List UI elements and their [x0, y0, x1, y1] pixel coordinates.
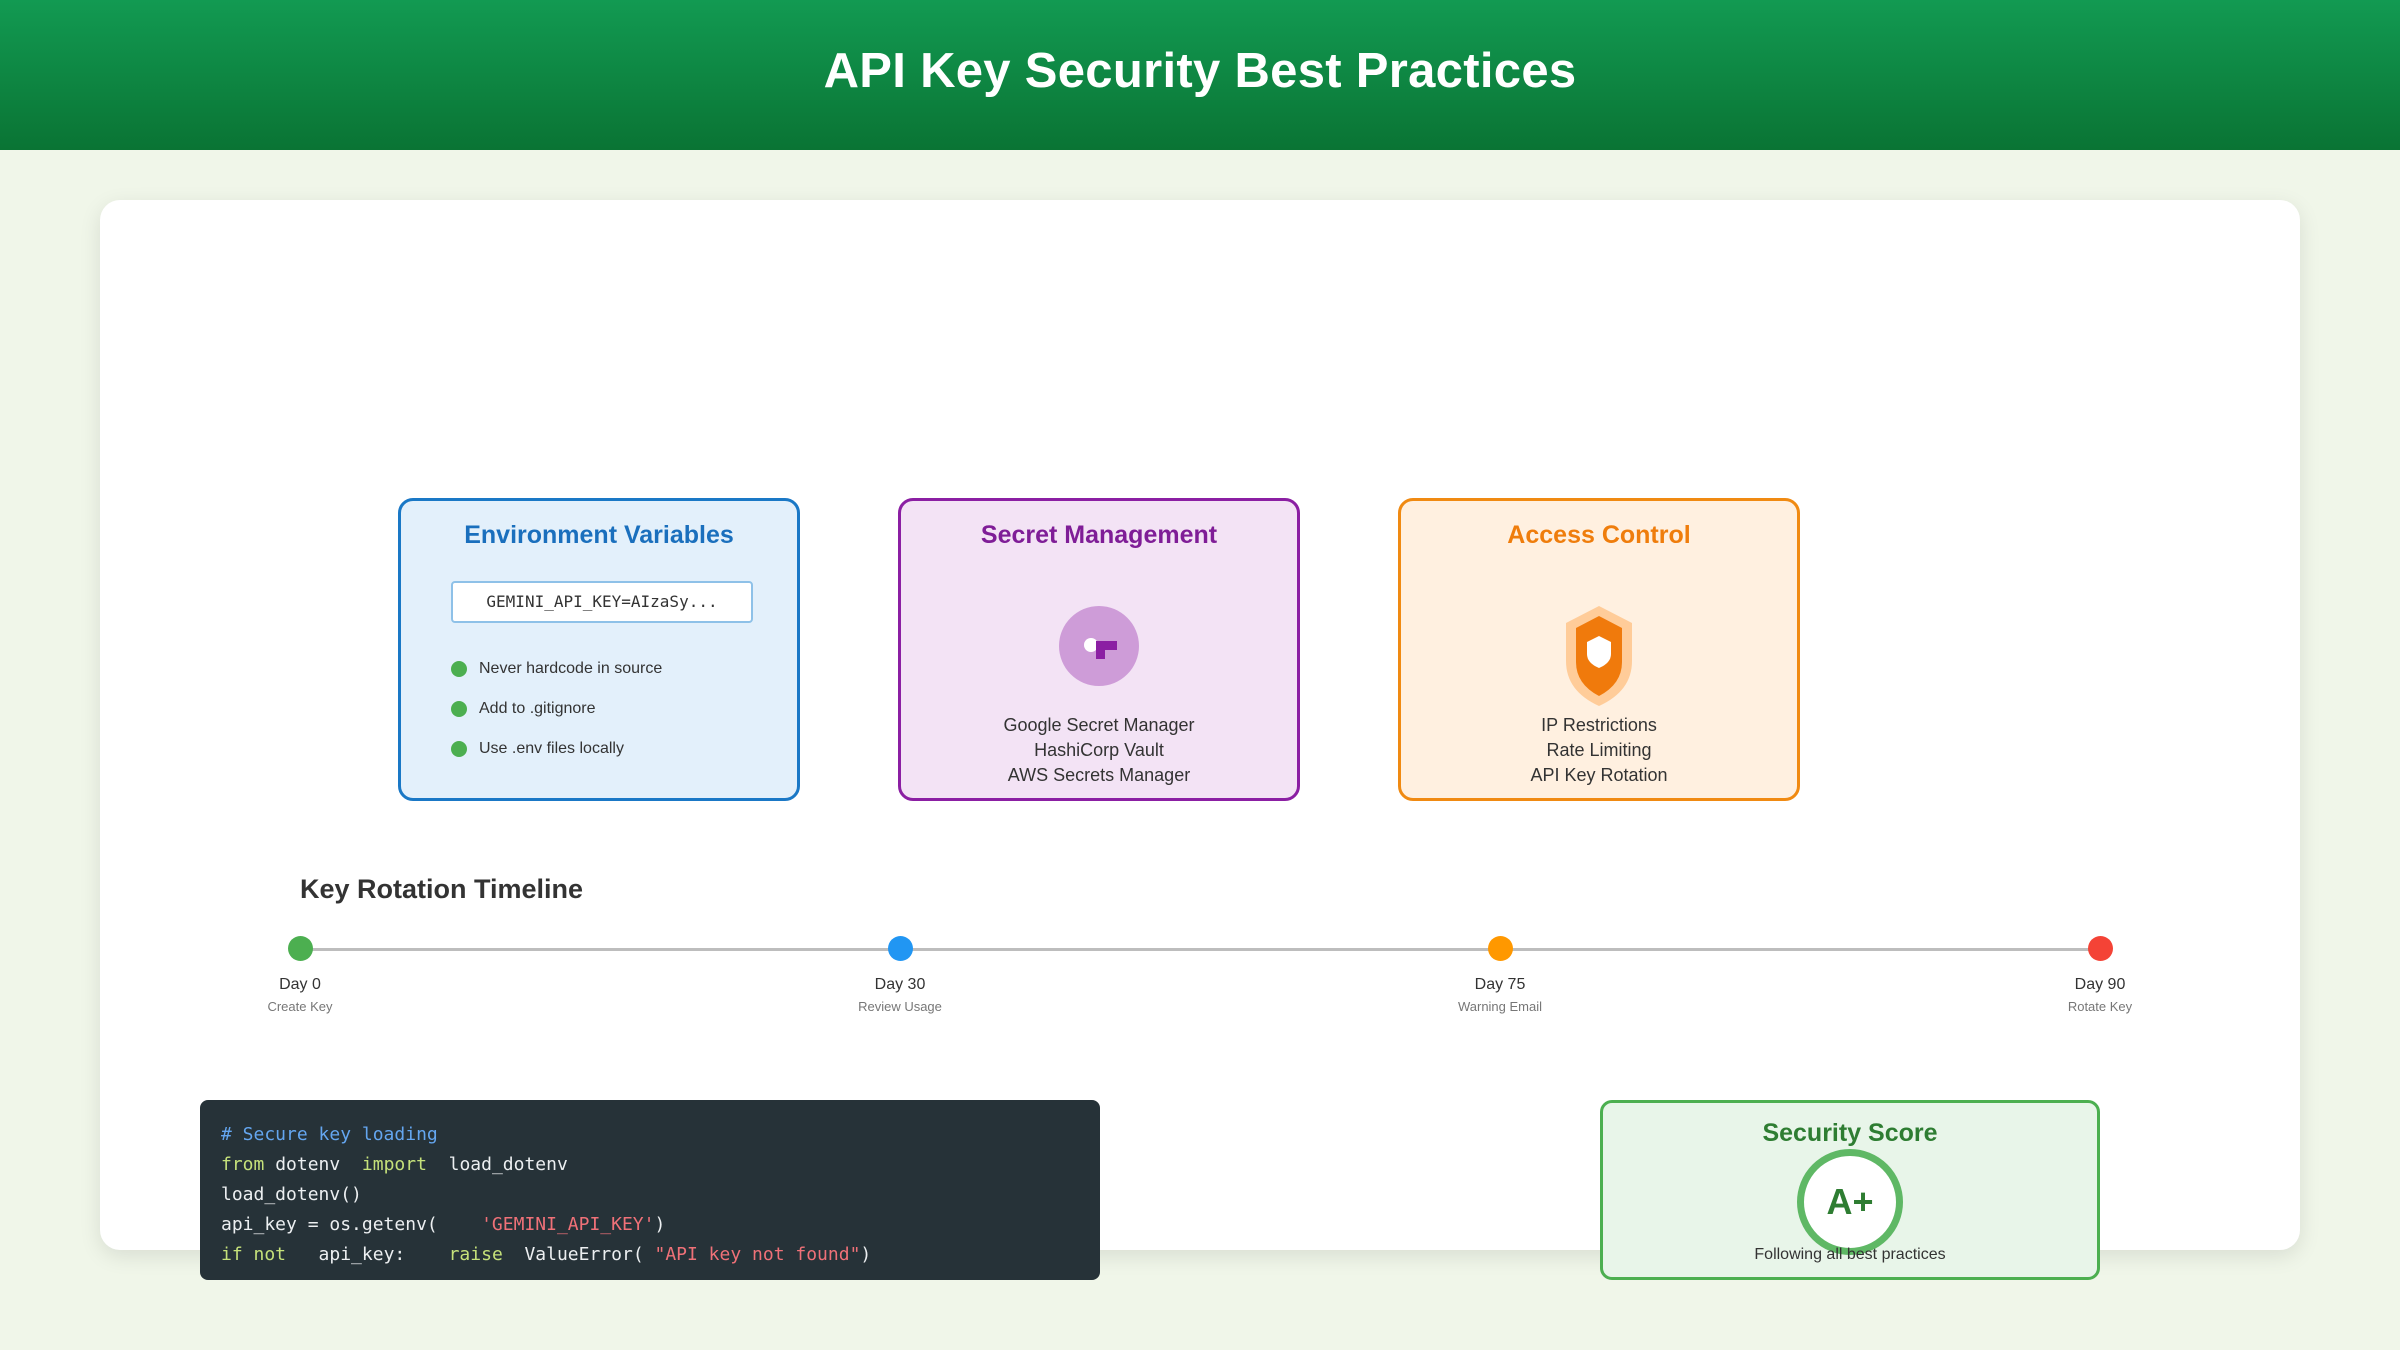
- timeline-day: Day 90: [2074, 976, 2126, 993]
- shield-icon: [1566, 606, 1632, 711]
- code-text: load_dotenv: [426, 1154, 568, 1175]
- timeline-node: Day 90 Rotate Key: [2000, 936, 2200, 1014]
- env-best-practice-list: Never hardcode in source Add to .gitigno…: [451, 649, 662, 769]
- code-text: load_dotenv(): [221, 1184, 362, 1205]
- timeline-day: Day 0: [279, 976, 321, 993]
- list-item: Use .env files locally: [451, 729, 662, 769]
- code-line: from dotenv import load_dotenv: [221, 1150, 1100, 1180]
- code-text: ): [654, 1214, 666, 1235]
- code-string: 'GEMINI_API_KEY': [481, 1214, 655, 1235]
- key-icon: [1059, 606, 1139, 691]
- timeline-node: Day 30 Review Usage: [800, 936, 1000, 1014]
- timeline-dot: [287, 936, 313, 961]
- secret-manager-list: Google Secret Manager HashiCorp Vault AW…: [901, 713, 1297, 788]
- list-item: IP Restrictions: [1541, 715, 1657, 735]
- timeline-day: Day 30: [874, 976, 926, 993]
- bullet-icon: [451, 741, 467, 757]
- code-keyword: if not: [221, 1244, 287, 1265]
- list-item: Never hardcode in source: [451, 649, 662, 689]
- list-item-label: Use .env files locally: [479, 740, 624, 757]
- timeline-action: Create Key: [267, 999, 333, 1014]
- list-item: Add to .gitignore: [451, 689, 662, 729]
- bullet-icon: [451, 701, 467, 717]
- page-header: API Key Security Best Practices: [0, 0, 2400, 150]
- list-item: AWS Secrets Manager: [1007, 765, 1191, 785]
- secret-management-title: Secret Management: [980, 521, 1218, 549]
- list-item-label: Add to .gitignore: [479, 700, 596, 717]
- timeline-action: Rotate Key: [2067, 999, 2133, 1014]
- score-grade: A+: [1826, 1181, 1874, 1222]
- code-text: dotenv: [264, 1154, 362, 1175]
- code-comment: # Secure key loading: [221, 1124, 438, 1145]
- code-line: # Secure key loading: [221, 1120, 1100, 1150]
- timeline-title: Key Rotation Timeline: [300, 874, 584, 904]
- access-control-title: Access Control: [1507, 521, 1691, 549]
- code-text: api_key = os.getenv(: [221, 1214, 482, 1235]
- environment-variables-title: Environment Variables: [464, 521, 734, 549]
- page-title: API Key Security Best Practices: [823, 44, 1577, 98]
- code-line: if not api_key: raise ValueError( "API k…: [221, 1240, 1100, 1270]
- code-text: ValueError(: [502, 1244, 655, 1265]
- code-text: api_key:: [286, 1244, 449, 1265]
- secret-management-card: Secret Management Google Secret Manager …: [898, 498, 1300, 801]
- bullet-icon: [451, 661, 467, 677]
- code-keyword: from: [221, 1154, 265, 1175]
- timeline-action: Review Usage: [858, 999, 942, 1014]
- score-caption: Following all best practices: [1754, 1246, 1946, 1263]
- code-keyword: raise: [448, 1244, 503, 1265]
- timeline-day: Day 75: [1474, 976, 1526, 993]
- code-line: load_dotenv(): [221, 1180, 1100, 1210]
- code-string: "API key not found": [654, 1244, 861, 1265]
- timeline-node: Day 0 Create Key: [200, 936, 400, 1014]
- access-control-card: Access Control IP Restrictions Rate Limi…: [1398, 498, 1800, 801]
- timeline-action: Warning Email: [1457, 999, 1543, 1014]
- timeline-dot: [2087, 936, 2113, 961]
- list-item: API Key Rotation: [1530, 765, 1668, 785]
- code-snippet: # Secure key loading from dotenv import l…: [200, 1100, 1100, 1280]
- timeline-dot: [1487, 936, 1513, 961]
- access-control-list: IP Restrictions Rate Limiting API Key Ro…: [1401, 713, 1797, 788]
- code-keyword: import: [361, 1154, 427, 1175]
- list-item: Google Secret Manager: [1003, 715, 1195, 735]
- list-item: HashiCorp Vault: [1034, 740, 1164, 760]
- timeline-track: [300, 948, 2100, 951]
- code-line: api_key = os.getenv( 'GEMINI_API_KEY'): [221, 1210, 1100, 1240]
- list-item: Rate Limiting: [1546, 740, 1652, 760]
- timeline-dot: [887, 936, 913, 961]
- env-var-example-field: GEMINI_API_KEY=AIzaSy...: [451, 581, 753, 623]
- security-score-card: Security Score A+ Following all best pra…: [1600, 1100, 2100, 1280]
- score-ring: A+: [1797, 1149, 1903, 1255]
- code-text: ): [860, 1244, 872, 1265]
- timeline-node: Day 75 Warning Email: [1400, 936, 1600, 1014]
- list-item-label: Never hardcode in source: [479, 660, 663, 677]
- security-score-title: Security Score: [1762, 1119, 1938, 1147]
- environment-variables-card: Environment Variables GEMINI_API_KEY=AIz…: [398, 498, 800, 801]
